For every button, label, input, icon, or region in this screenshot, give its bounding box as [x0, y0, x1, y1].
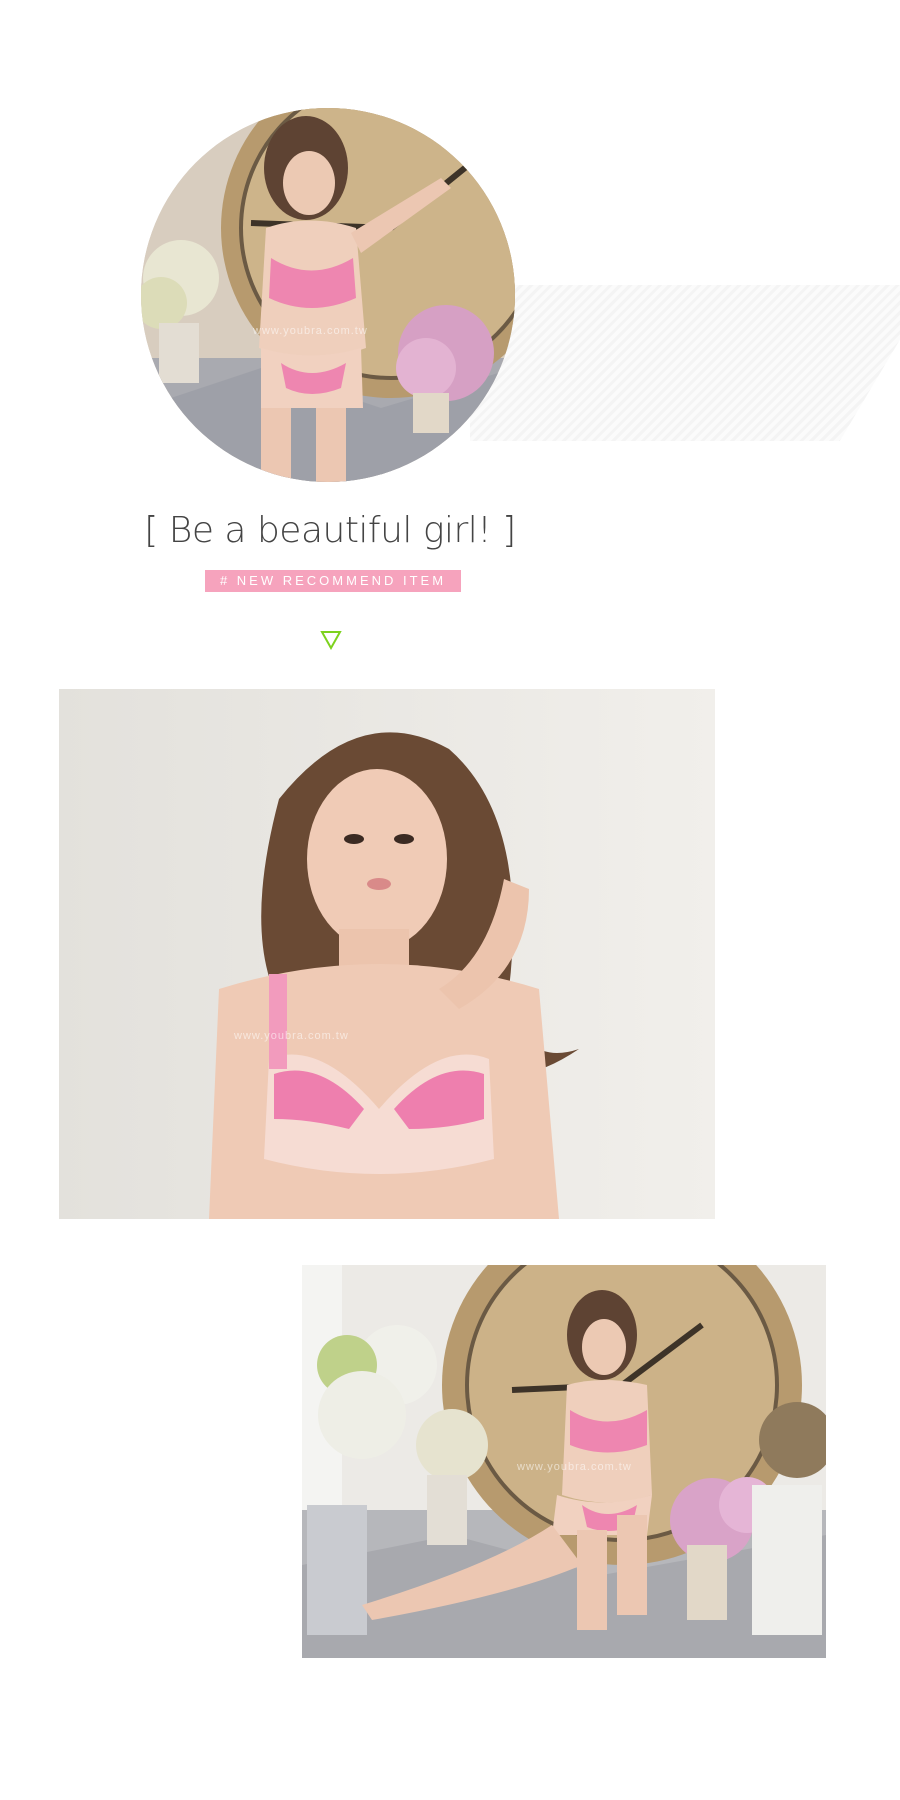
headline-text: [ Be a beautiful girl! ] — [144, 510, 516, 551]
decorative-stripe-band — [470, 285, 900, 441]
photo-watermark: www.youbra.com.tw — [233, 1030, 349, 1042]
triangle-down-outline-icon — [320, 630, 342, 651]
new-recommend-tag: # NEW RECOMMEND ITEM — [205, 570, 461, 592]
product-photo-seated: www.youbra.com.tw — [302, 1265, 826, 1658]
photo-watermark: www.youbra.com.tw — [516, 1461, 632, 1473]
product-photo-circle: www.youbra.com.tw — [141, 108, 515, 482]
product-photo-closeup: www.youbra.com.tw — [59, 689, 715, 1219]
photo-watermark: www.youbra.com.tw — [252, 325, 368, 337]
